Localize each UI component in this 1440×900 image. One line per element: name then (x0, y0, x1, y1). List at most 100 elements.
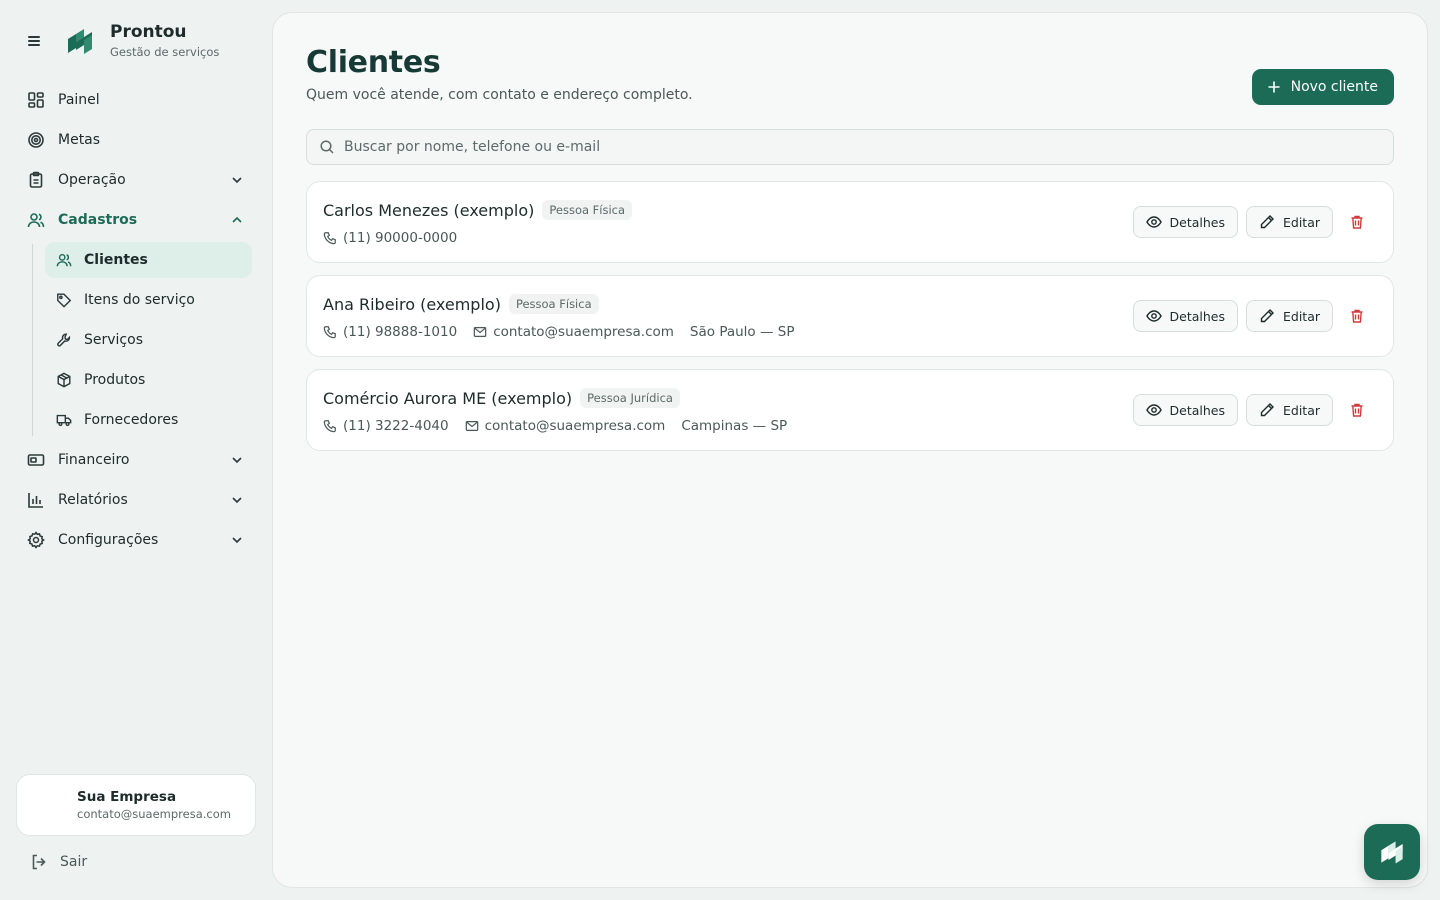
sidebar-item-label: Clientes (84, 252, 148, 268)
client-phone: (11) 90000-0000 (323, 230, 457, 246)
details-label: Detalhes (1169, 308, 1225, 324)
sidebar-item-metas[interactable]: Metas (16, 122, 256, 158)
client-type-badge: Pessoa Física (508, 294, 599, 314)
client-name: Comércio Aurora ME (exemplo) (323, 388, 573, 408)
sidebar-item-relatorios[interactable]: Relatórios (16, 482, 256, 518)
phone-icon (323, 232, 336, 245)
gear-icon (26, 530, 46, 550)
pencil-icon (1260, 403, 1274, 417)
prontou-logo (68, 29, 92, 54)
search-input[interactable] (344, 139, 1393, 155)
sidebar-item-itens-do-servico[interactable]: Itens do serviço (45, 282, 252, 318)
target-icon (26, 130, 46, 150)
client-card: Ana Ribeiro (exemplo) Pessoa Física (11)… (306, 275, 1394, 357)
page-subtitle: Quem você atende, com contato e endereço… (306, 87, 693, 103)
sidebar-item-configuracoes[interactable]: Configurações (16, 522, 256, 558)
tag-icon (55, 291, 73, 309)
sidebar-item-operacao[interactable]: Operação (16, 162, 256, 198)
menu-toggle-icon[interactable] (26, 34, 42, 48)
details-button[interactable]: Detalhes (1132, 206, 1238, 238)
sidebar-item-label: Painel (58, 92, 100, 108)
client-phone: (11) 3222-4040 (323, 418, 449, 434)
client-email: contato@suaempresa.com (465, 418, 666, 434)
search-bar (306, 129, 1394, 165)
sidebar-item-cadastros[interactable]: Cadastros (16, 202, 256, 238)
client-email-text: contato@suaempresa.com (484, 418, 666, 434)
company-email: contato@suaempresa.com (77, 807, 231, 821)
details-label: Detalhes (1169, 214, 1225, 230)
client-phone-text: (11) 98888-1010 (343, 324, 458, 340)
mail-icon (473, 327, 487, 337)
bar-chart-icon (26, 490, 46, 510)
sidebar-item-label: Fornecedores (84, 412, 179, 428)
sidebar-item-clientes[interactable]: Clientes (45, 242, 252, 278)
delete-button[interactable] (1341, 394, 1373, 426)
sidebar-item-financeiro[interactable]: Financeiro (16, 442, 256, 478)
edit-button[interactable]: Editar (1245, 394, 1333, 426)
delete-button[interactable] (1341, 206, 1373, 238)
logout-label: Sair (60, 854, 88, 870)
logout-button[interactable]: Sair (30, 850, 87, 874)
main-nav: Painel Metas Operação Cadastros Clientes… (16, 82, 256, 562)
sidebar-item-label: Serviços (84, 332, 143, 348)
chevron-down-icon (232, 177, 242, 184)
client-location: São Paulo — SP (690, 324, 795, 340)
client-email-text: contato@suaempresa.com (493, 324, 674, 340)
mail-icon (465, 421, 478, 431)
eye-icon (1145, 310, 1162, 322)
sidebar-item-produtos[interactable]: Produtos (45, 362, 252, 398)
phone-icon (323, 420, 336, 433)
pencil-icon (1260, 309, 1274, 323)
prontou-logo-icon (1381, 841, 1403, 864)
chevron-up-icon (232, 216, 242, 223)
client-email: contato@suaempresa.com (473, 324, 674, 340)
sidebar-item-label: Relatórios (58, 492, 128, 508)
client-name: Carlos Menezes (exemplo) (323, 200, 535, 220)
grid-icon (26, 90, 46, 110)
client-phone-text: (11) 3222-4040 (343, 418, 449, 434)
main-panel: Clientes Quem você atende, com contato e… (272, 12, 1428, 888)
sidebar: Prontou Gestão de serviços Painel Metas … (0, 0, 272, 900)
chevron-down-icon (232, 457, 242, 464)
trash-icon (1351, 403, 1363, 417)
users-icon (26, 210, 46, 230)
wallet-icon (26, 450, 46, 470)
sidebar-item-label: Financeiro (58, 452, 130, 468)
assistant-fab-button[interactable] (1364, 824, 1420, 880)
sidebar-item-fornecedores[interactable]: Fornecedores (45, 402, 252, 438)
brand-name: Prontou (110, 22, 187, 42)
client-type-badge: Pessoa Física (542, 200, 633, 220)
clipboard-icon (26, 170, 46, 190)
sidebar-item-label: Produtos (84, 372, 146, 388)
client-phone: (11) 98888-1010 (323, 324, 457, 340)
new-client-button[interactable]: Novo cliente (1251, 69, 1394, 105)
eye-icon (1145, 404, 1162, 416)
edit-button[interactable]: Editar (1245, 206, 1333, 238)
chevron-down-icon (232, 497, 242, 504)
trash-icon (1351, 215, 1363, 229)
details-button[interactable]: Detalhes (1132, 394, 1238, 426)
client-type-badge: Pessoa Jurídica (580, 388, 680, 408)
phone-icon (323, 326, 336, 339)
sidebar-item-painel[interactable]: Painel (16, 82, 256, 118)
client-location: Campinas — SP (681, 418, 787, 434)
sidebar-item-label: Configurações (58, 532, 159, 548)
details-button[interactable]: Detalhes (1132, 300, 1238, 332)
pencil-icon (1260, 215, 1274, 229)
edit-label: Editar (1282, 214, 1320, 230)
edit-label: Editar (1282, 308, 1320, 324)
brand-tagline: Gestão de serviços (110, 45, 220, 59)
truck-icon (55, 411, 73, 429)
sidebar-item-label: Operação (58, 172, 126, 188)
sidebar-item-label: Itens do serviço (84, 292, 195, 308)
package-icon (55, 371, 73, 389)
sidebar-item-servicos[interactable]: Serviços (45, 322, 252, 358)
new-client-label: Novo cliente (1290, 79, 1378, 95)
eye-icon (1145, 216, 1162, 228)
brand: Prontou Gestão de serviços (26, 22, 219, 60)
delete-button[interactable] (1341, 300, 1373, 332)
edit-button[interactable]: Editar (1245, 300, 1333, 332)
edit-label: Editar (1282, 402, 1320, 418)
company-card[interactable]: Sua Empresa contato@suaempresa.com (16, 774, 256, 836)
clients-list: Carlos Menezes (exemplo) Pessoa Física (… (306, 181, 1394, 463)
